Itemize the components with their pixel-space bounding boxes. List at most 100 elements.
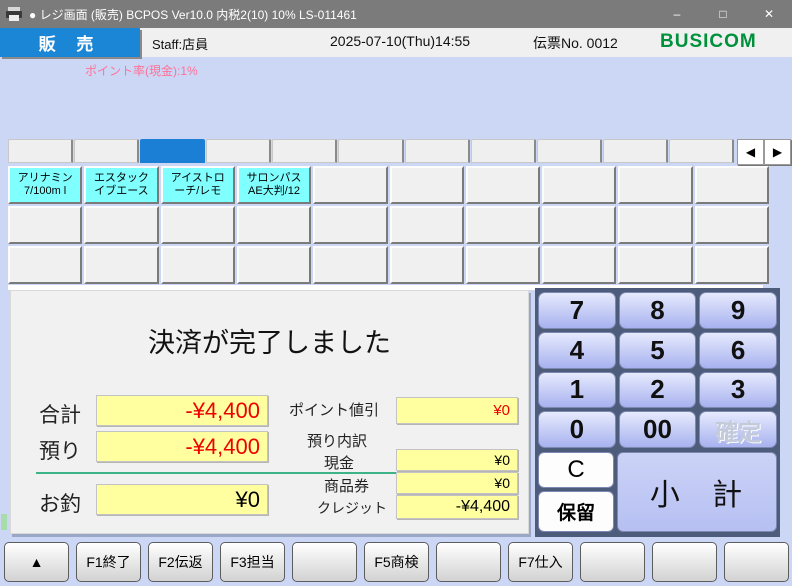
page-tab-2[interactable] bbox=[74, 139, 139, 163]
key-7[interactable]: 7 bbox=[538, 292, 616, 329]
page-tab-1[interactable] bbox=[8, 139, 73, 163]
product-cell-r1-c8[interactable] bbox=[542, 166, 616, 204]
page-tab-7[interactable] bbox=[405, 139, 470, 163]
tab-strip bbox=[8, 139, 734, 163]
tab-scroll-right-button[interactable]: ▶ bbox=[764, 139, 791, 165]
product-cell-r1-c5[interactable] bbox=[313, 166, 387, 204]
product-cell-r2-c2[interactable] bbox=[84, 206, 158, 244]
window-titlebar: ● レジ画面 (販売) BCPOS Ver10.0 内税2(10) 10% LS… bbox=[0, 0, 792, 28]
product-cell-r3-c2[interactable] bbox=[84, 246, 158, 284]
function-button-empty-8[interactable] bbox=[580, 542, 645, 582]
product-cell-r3-c1[interactable] bbox=[8, 246, 82, 284]
product-cell-r3-c9[interactable] bbox=[618, 246, 692, 284]
point-discount-label: ポイント値引 bbox=[289, 399, 379, 420]
page-tab-11[interactable] bbox=[669, 139, 734, 163]
function-button-F5商検[interactable]: F5商検 bbox=[364, 542, 429, 582]
keypad-panel: 789456123000確定 C 小 計 保留 bbox=[535, 288, 780, 537]
key-confirm[interactable]: 確定 bbox=[699, 411, 777, 448]
function-button-empty-9[interactable] bbox=[652, 542, 717, 582]
function-button-empty-10[interactable] bbox=[724, 542, 789, 582]
product-cell-r3-c7[interactable] bbox=[466, 246, 540, 284]
function-button-F3担当[interactable]: F3担当 bbox=[220, 542, 285, 582]
product-cell-r1-c3[interactable]: アイストローチ/レモ bbox=[161, 166, 235, 204]
keypad-digits: 789456123000確定 bbox=[538, 292, 777, 448]
product-cell-r1-c6[interactable] bbox=[390, 166, 464, 204]
function-button-F7仕入[interactable]: F7仕入 bbox=[508, 542, 573, 582]
page-tab-3[interactable] bbox=[140, 139, 205, 163]
product-cell-r2-c4[interactable] bbox=[237, 206, 311, 244]
function-button-F1終了[interactable]: F1終了 bbox=[76, 542, 141, 582]
page-tab-10[interactable] bbox=[603, 139, 668, 163]
product-cell-r1-c9[interactable] bbox=[618, 166, 692, 204]
product-cell-r2-c10[interactable] bbox=[695, 206, 769, 244]
product-cell-r3-c5[interactable] bbox=[313, 246, 387, 284]
mode-badge: 販 売 bbox=[0, 28, 140, 57]
voucher-label: 商品券 bbox=[324, 475, 369, 496]
product-cell-r3-c4[interactable] bbox=[237, 246, 311, 284]
right-triangle-icon: ▶ bbox=[773, 145, 782, 159]
up-arrow-button[interactable]: ▲ bbox=[4, 542, 69, 582]
close-button[interactable]: ✕ bbox=[746, 0, 792, 28]
change-label: お釣 bbox=[39, 488, 81, 518]
datetime-label: 2025-07-10(Thu)14:55 bbox=[330, 33, 470, 49]
page-tab-4[interactable] bbox=[206, 139, 271, 163]
page-tab-6[interactable] bbox=[338, 139, 403, 163]
product-name-line2: イブエース bbox=[94, 185, 148, 198]
product-cell-r3-c6[interactable] bbox=[390, 246, 464, 284]
function-bar: ▲F1終了F2伝返F3担当 F5商検 F7仕入 bbox=[4, 542, 789, 580]
product-name-line1: アイストロ bbox=[171, 172, 225, 185]
window-title: ● レジ画面 (販売) BCPOS Ver10.0 内税2(10) 10% LS… bbox=[29, 6, 357, 23]
point-rate-label: ポイント率(現金):1% bbox=[85, 62, 198, 79]
credit-label: クレジット bbox=[317, 498, 387, 518]
product-cell-r3-c8[interactable] bbox=[542, 246, 616, 284]
product-cell-r1-c10[interactable] bbox=[695, 166, 769, 204]
total-label: 合計 bbox=[39, 399, 81, 429]
product-cell-r2-c8[interactable] bbox=[542, 206, 616, 244]
page-tab-8[interactable] bbox=[471, 139, 536, 163]
product-cell-r2-c1[interactable] bbox=[8, 206, 82, 244]
key-8[interactable]: 8 bbox=[619, 292, 697, 329]
product-cell-r3-c3[interactable] bbox=[161, 246, 235, 284]
function-button-empty-6[interactable] bbox=[436, 542, 501, 582]
function-button-empty-4[interactable] bbox=[292, 542, 357, 582]
product-cell-r2-c7[interactable] bbox=[466, 206, 540, 244]
page-tab-5[interactable] bbox=[272, 139, 337, 163]
pos-window: ● レジ画面 (販売) BCPOS Ver10.0 内税2(10) 10% LS… bbox=[0, 0, 792, 586]
minimize-button[interactable]: – bbox=[654, 0, 700, 28]
product-cell-r1-c7[interactable] bbox=[466, 166, 540, 204]
key-00[interactable]: 00 bbox=[619, 411, 697, 448]
product-cell-r2-c5[interactable] bbox=[313, 206, 387, 244]
voucher-field: ¥0 bbox=[396, 472, 518, 494]
product-name-line1: アリナミン bbox=[18, 172, 73, 185]
key-3[interactable]: 3 bbox=[699, 372, 777, 409]
subtotal-button[interactable]: 小 計 bbox=[617, 452, 777, 532]
function-button-F2伝返[interactable]: F2伝返 bbox=[148, 542, 213, 582]
key-9[interactable]: 9 bbox=[699, 292, 777, 329]
product-cell-r1-c2[interactable]: エスタックイブエース bbox=[84, 166, 158, 204]
product-cell-r1-c1[interactable]: アリナミン7/100m l bbox=[8, 166, 82, 204]
key-6[interactable]: 6 bbox=[699, 332, 777, 369]
staff-label: Staff:店員 bbox=[152, 34, 208, 53]
deposit-label: 預り bbox=[39, 435, 81, 465]
product-name-line1: サロンパス bbox=[247, 172, 302, 185]
cash-field: ¥0 bbox=[396, 449, 518, 471]
maximize-button[interactable]: □ bbox=[700, 0, 746, 28]
hold-button[interactable]: 保留 bbox=[538, 491, 614, 532]
keypad-bottom: C 小 計 保留 bbox=[538, 452, 777, 532]
key-2[interactable]: 2 bbox=[619, 372, 697, 409]
busicom-logo: BUSICOM bbox=[660, 31, 757, 53]
product-cell-r3-c10[interactable] bbox=[695, 246, 769, 284]
page-tab-9[interactable] bbox=[537, 139, 602, 163]
key-1[interactable]: 1 bbox=[538, 372, 616, 409]
product-cell-r1-c4[interactable]: サロンパスAE大判/12 bbox=[237, 166, 311, 204]
product-cell-r2-c6[interactable] bbox=[390, 206, 464, 244]
key-4[interactable]: 4 bbox=[538, 332, 616, 369]
tab-scroll-left-button[interactable]: ◀ bbox=[737, 139, 764, 165]
key-5[interactable]: 5 bbox=[619, 332, 697, 369]
product-cell-r2-c3[interactable] bbox=[161, 206, 235, 244]
key-0[interactable]: 0 bbox=[538, 411, 616, 448]
product-cell-r2-c9[interactable] bbox=[618, 206, 692, 244]
clear-button[interactable]: C bbox=[538, 452, 614, 488]
deposit-field: -¥4,400 bbox=[96, 431, 268, 462]
slip-number-label: 伝票No. 0012 bbox=[533, 33, 618, 53]
